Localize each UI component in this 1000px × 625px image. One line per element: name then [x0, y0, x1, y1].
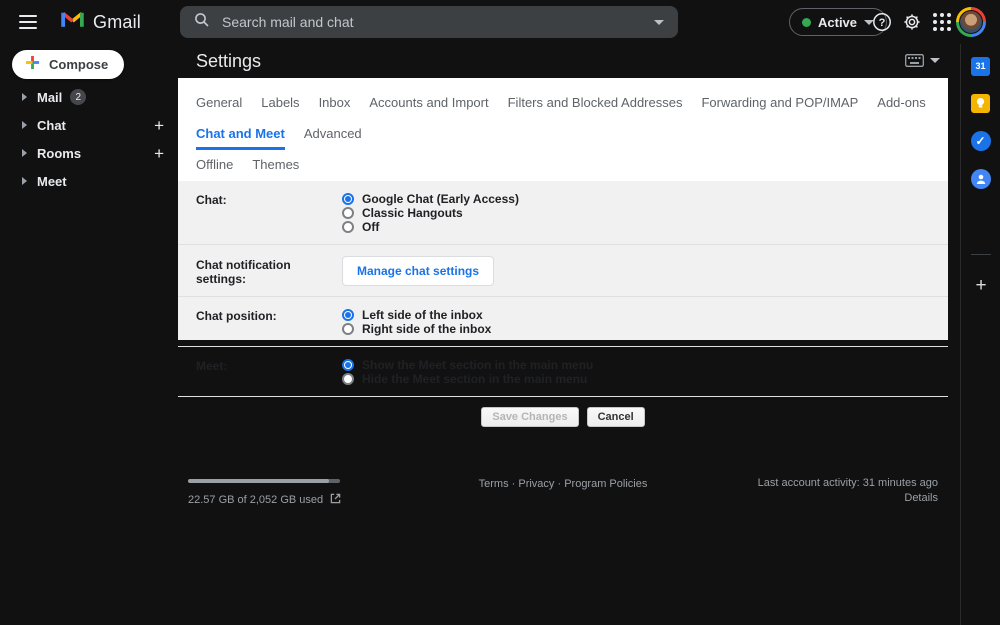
compose-button[interactable]: Compose — [12, 50, 125, 79]
expand-triangle-icon[interactable] — [22, 177, 27, 185]
tab-filters-and-blocked-addresses[interactable]: Filters and Blocked Addresses — [508, 88, 683, 119]
search-options-caret-icon[interactable] — [654, 19, 664, 25]
search-placeholder: Search mail and chat — [222, 14, 354, 30]
apps-grid-icon — [933, 13, 951, 31]
new-chat-plus-icon[interactable]: + — [154, 117, 164, 134]
setting-row-chat: Chat: Google Chat (Early Access) Classic… — [178, 181, 948, 245]
radio-right-side[interactable]: Right side of the inbox — [342, 322, 491, 336]
save-changes-button[interactable]: Save Changes — [481, 407, 579, 427]
settings-panel: General Labels Inbox Accounts and Import… — [178, 78, 948, 427]
input-tools-button[interactable] — [905, 54, 940, 67]
radio-classic-hangouts[interactable]: Classic Hangouts — [342, 206, 519, 220]
mail-unread-badge: 2 — [70, 89, 87, 105]
radio-icon[interactable] — [342, 372, 354, 385]
radio-icon[interactable] — [342, 220, 354, 233]
keep-icon[interactable] — [970, 92, 992, 114]
storage-progress-bar — [188, 479, 340, 483]
row-label: Chat: — [196, 193, 227, 207]
page-title: Settings — [196, 51, 262, 71]
footer-links[interactable]: Terms · Privacy · Program Policies — [398, 478, 728, 490]
cancel-button[interactable]: Cancel — [586, 407, 645, 427]
tab-advanced[interactable]: Advanced — [304, 119, 362, 150]
tab-add-ons[interactable]: Add-ons — [877, 88, 925, 119]
gmail-logo[interactable]: Gmail — [60, 10, 141, 34]
top-app-bar: Gmail Search mail and chat Active ? — [0, 0, 1000, 44]
tab-chat-and-meet[interactable]: Chat and Meet — [196, 119, 285, 150]
setting-row-chat-notifications: Chat notification settings: Manage chat … — [178, 245, 948, 297]
row-label: Chat position: — [196, 309, 277, 323]
radio-selected-icon[interactable] — [342, 308, 354, 321]
storage-meter: 22.57 GB of 2,052 GB used — [188, 479, 341, 509]
side-panel-rail: 31 ✓ + › — [960, 44, 1000, 625]
storage-usage-text: 22.57 GB of 2,052 GB used — [188, 494, 324, 506]
keyboard-icon — [905, 54, 924, 67]
radio-google-chat[interactable]: Google Chat (Early Access) — [342, 192, 519, 206]
avatar-photo — [959, 10, 983, 34]
multicolor-plus-icon — [25, 55, 40, 75]
settings-tabs: General Labels Inbox Accounts and Import… — [178, 78, 948, 181]
new-room-plus-icon[interactable]: + — [154, 145, 164, 162]
tab-inbox[interactable]: Inbox — [319, 88, 351, 119]
svg-text:?: ? — [879, 17, 886, 29]
open-in-new-icon[interactable] — [330, 491, 341, 509]
tab-forwarding-and-pop-imap[interactable]: Forwarding and POP/IMAP — [701, 88, 858, 119]
radio-icon[interactable] — [342, 206, 354, 219]
expand-triangle-icon[interactable] — [22, 149, 27, 157]
tasks-icon[interactable]: ✓ — [970, 130, 992, 152]
calendar-icon[interactable]: 31 — [970, 55, 992, 77]
manage-chat-settings-button[interactable]: Manage chat settings — [342, 256, 495, 286]
setting-row-meet: Meet: Show the Meet section in the main … — [178, 347, 948, 397]
last-activity-text: Last account activity: 31 minutes ago — [757, 477, 938, 489]
search-icon — [194, 12, 210, 33]
compose-label: Compose — [49, 57, 109, 72]
tab-general[interactable]: General — [196, 88, 242, 119]
tab-offline[interactable]: Offline — [196, 150, 233, 181]
active-status-dot-icon — [802, 17, 811, 27]
settings-gear-button[interactable] — [900, 10, 924, 34]
radio-chat-off[interactable]: Off — [342, 220, 519, 234]
tab-accounts-and-import[interactable]: Accounts and Import — [369, 88, 488, 119]
get-add-ons-plus-button[interactable]: + — [961, 275, 1000, 297]
input-tools-caret-icon — [930, 58, 940, 63]
radio-icon[interactable] — [342, 322, 354, 335]
sidebar-item-chat[interactable]: Chat + — [0, 112, 178, 138]
settings-actions: Save Changes Cancel — [178, 397, 948, 439]
expand-triangle-icon[interactable] — [22, 93, 27, 101]
search-bar[interactable]: Search mail and chat — [180, 6, 678, 38]
expand-triangle-icon[interactable] — [22, 121, 27, 129]
tab-themes[interactable]: Themes — [252, 150, 299, 181]
tab-labels[interactable]: Labels — [261, 88, 299, 119]
account-avatar[interactable] — [956, 7, 986, 37]
sidebar-item-rooms[interactable]: Rooms + — [0, 140, 178, 166]
row-label: Chat notification settings: — [196, 257, 291, 286]
gmail-app: Gmail Search mail and chat Active ? Comp… — [0, 0, 1000, 625]
radio-selected-icon[interactable] — [342, 192, 354, 205]
radio-left-side[interactable]: Left side of the inbox — [342, 308, 491, 322]
sidebar-item-mail[interactable]: Mail 2 — [0, 84, 178, 110]
google-apps-grid-button[interactable] — [930, 10, 954, 34]
status-label: Active — [818, 14, 858, 30]
account-activity: Last account activity: 31 minutes ago De… — [758, 476, 938, 506]
radio-selected-icon[interactable] — [342, 358, 354, 371]
app-title: Gmail — [93, 11, 142, 32]
help-button[interactable]: ? — [870, 10, 894, 34]
radio-show-meet[interactable]: Show the Meet section in the main menu — [342, 358, 593, 372]
details-link[interactable]: Details — [758, 491, 938, 506]
sidebar-item-meet[interactable]: Meet — [0, 168, 178, 194]
left-sidebar: Compose Mail 2 Chat + Rooms + Meet — [0, 44, 178, 625]
rail-divider — [971, 254, 991, 255]
row-label: Meet: — [196, 359, 228, 373]
main-menu-icon[interactable] — [8, 2, 48, 42]
contacts-icon[interactable] — [970, 168, 992, 190]
gmail-m-icon — [60, 10, 85, 34]
radio-hide-meet[interactable]: Hide the Meet section in the main menu — [342, 372, 593, 386]
setting-row-chat-position: Chat position: Left side of the inbox Ri… — [178, 297, 948, 347]
